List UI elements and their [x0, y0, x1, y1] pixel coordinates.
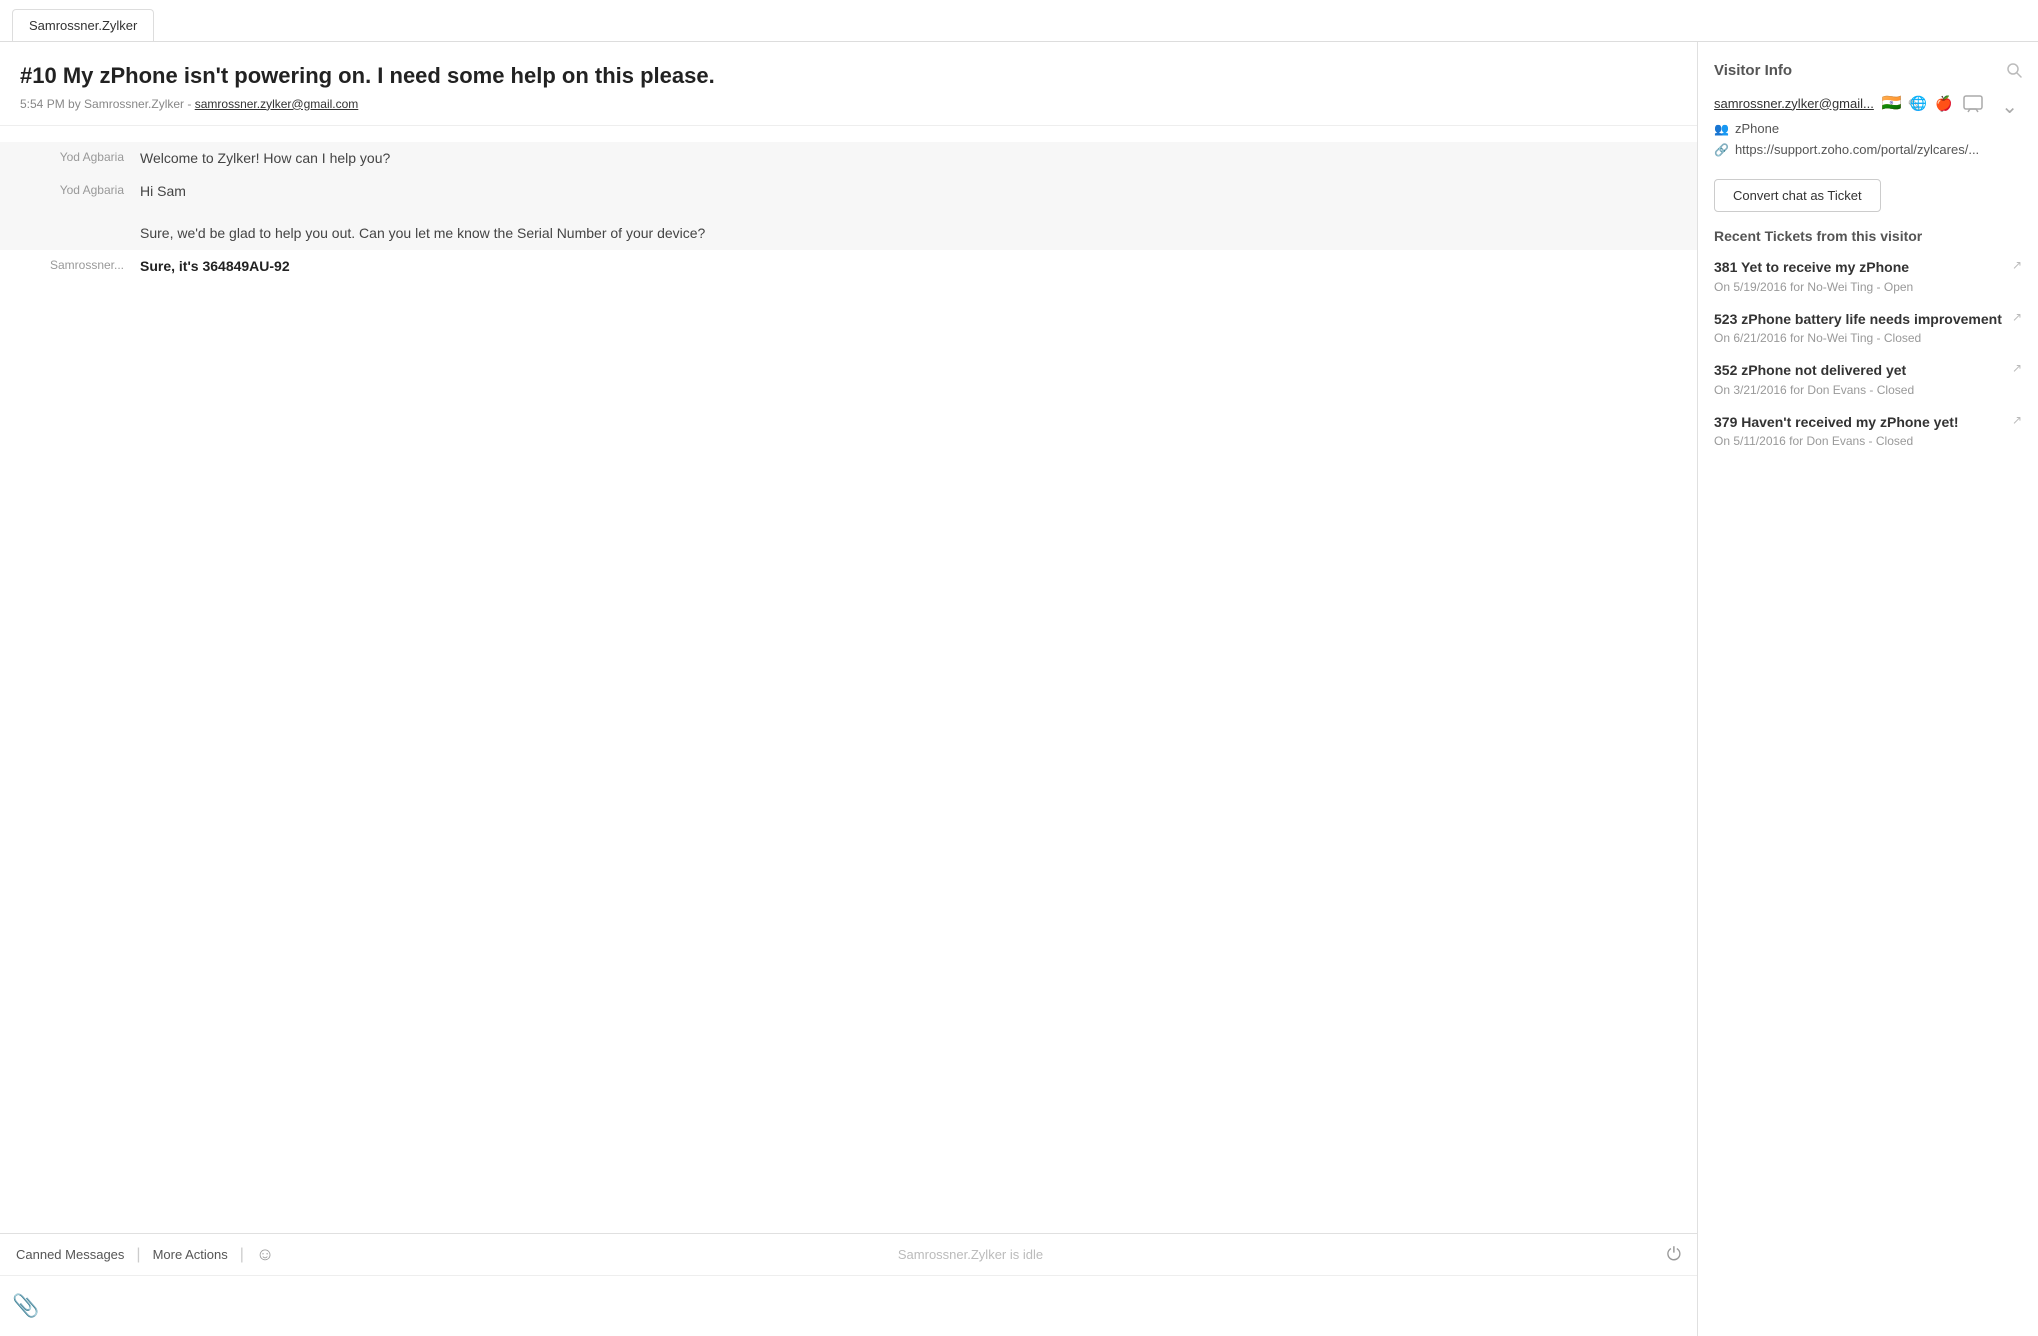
chat-title: #10 My zPhone isn't powering on. I need …	[20, 62, 1677, 91]
tickets-list: 381 Yet to receive my zPhone ↗ On 5/19/201…	[1714, 258, 2022, 448]
message-row: Samrossner...Sure, it's 364849AU-92	[0, 250, 1697, 283]
url-row: 🔗 https://support.zoho.com/portal/zylcar…	[1714, 142, 2022, 157]
ticket-meta: On 6/21/2016 for No-Wei Ting - Closed	[1714, 331, 2022, 345]
separator-1: |	[136, 1246, 140, 1264]
external-link-icon[interactable]: ↗	[2012, 361, 2022, 375]
message-row: Yod AgbariaWelcome to Zylker! How can I …	[0, 142, 1697, 175]
visitor-email-link[interactable]: samrossner.zylker@gmail.com	[195, 97, 359, 111]
message-row: Yod AgbariaHi Sam Sure, we'd be glad to …	[0, 175, 1697, 250]
list-item[interactable]: 523 zPhone battery life needs improvemen…	[1714, 310, 2022, 346]
message-input[interactable]	[49, 1290, 1685, 1322]
chat-header: #10 My zPhone isn't powering on. I need …	[0, 42, 1697, 126]
company-name: zPhone	[1735, 121, 1779, 136]
os-icon: 🍎	[1935, 95, 1952, 112]
separator-2: |	[240, 1246, 244, 1264]
status-text: Samrossner.Zylker is idle	[286, 1247, 1654, 1262]
ticket-title: 379 Haven't received my zPhone yet!	[1714, 413, 2004, 433]
search-icon[interactable]	[2006, 62, 2022, 83]
visitor-email[interactable]: samrossner.zylker@gmail...	[1714, 96, 1874, 111]
right-sidebar: Visitor Info samrossner.zylker@gmail... …	[1698, 42, 2038, 1336]
visitor-info-title: Visitor Info	[1714, 62, 2022, 79]
ticket-title: 523 zPhone battery life needs improvemen…	[1714, 310, 2004, 330]
more-actions-button[interactable]: More Actions	[153, 1247, 228, 1262]
message-sender: Yod Agbaria	[20, 181, 140, 197]
external-link-icon[interactable]: ↗	[2012, 258, 2022, 272]
recent-tickets-title: Recent Tickets from this visitor	[1714, 228, 2022, 244]
external-link-icon[interactable]: ↗	[2012, 413, 2022, 427]
convert-ticket-button[interactable]: Convert chat as Ticket	[1714, 179, 1881, 212]
attach-icon[interactable]: 📎	[12, 1293, 39, 1319]
browser-icon: 🌐	[1910, 95, 1927, 112]
message-content: Welcome to Zylker! How can I help you?	[140, 148, 1677, 169]
canned-messages-button[interactable]: Canned Messages	[16, 1247, 124, 1262]
company-row: 👥 zPhone	[1714, 121, 2022, 136]
url-icon: 🔗	[1714, 143, 1729, 157]
message-sender: Yod Agbaria	[20, 148, 140, 164]
ticket-title: 381 Yet to receive my zPhone	[1714, 258, 2004, 278]
message-sender: Samrossner...	[20, 256, 140, 272]
chat-subtitle: 5:54 PM by Samrossner.Zylker - samrossne…	[20, 97, 1677, 111]
list-item[interactable]: 352 zPhone not delivered yet ↗ On 3/21/201…	[1714, 361, 2022, 397]
chat-footer: Canned Messages | More Actions | ☺ Samro…	[0, 1233, 1697, 1336]
external-link-icon[interactable]: ↗	[2012, 310, 2022, 324]
chat-messages: Yod AgbariaWelcome to Zylker! How can I …	[0, 126, 1697, 1233]
power-button[interactable]: ⏻	[1667, 1244, 1681, 1265]
list-item[interactable]: 379 Haven't received my zPhone yet! ↗ On 5…	[1714, 413, 2022, 449]
ticket-meta: On 3/21/2016 for Don Evans - Closed	[1714, 383, 2022, 397]
message-content: Hi Sam Sure, we'd be glad to help you ou…	[140, 181, 1677, 244]
ticket-title: 352 zPhone not delivered yet	[1714, 361, 2004, 381]
flag-icon: 🇮🇳	[1882, 93, 1902, 113]
list-item[interactable]: 381 Yet to receive my zPhone ↗ On 5/19/201…	[1714, 258, 2022, 294]
visitor-url: https://support.zoho.com/portal/zylcares…	[1735, 142, 1979, 157]
message-input-area: 📎	[0, 1276, 1697, 1336]
visitor-email-row: samrossner.zylker@gmail... 🇮🇳 🌐 🍎	[1714, 93, 2022, 113]
chat-tab[interactable]: Samrossner.Zylker	[12, 9, 154, 41]
emoji-button[interactable]: ☺	[256, 1244, 274, 1265]
ticket-meta: On 5/19/2016 for No-Wei Ting - Open	[1714, 280, 2022, 294]
message-content: Sure, it's 364849AU-92	[140, 256, 1677, 277]
ticket-meta: On 5/11/2016 for Don Evans - Closed	[1714, 434, 2022, 448]
company-icon: 👥	[1714, 122, 1729, 136]
